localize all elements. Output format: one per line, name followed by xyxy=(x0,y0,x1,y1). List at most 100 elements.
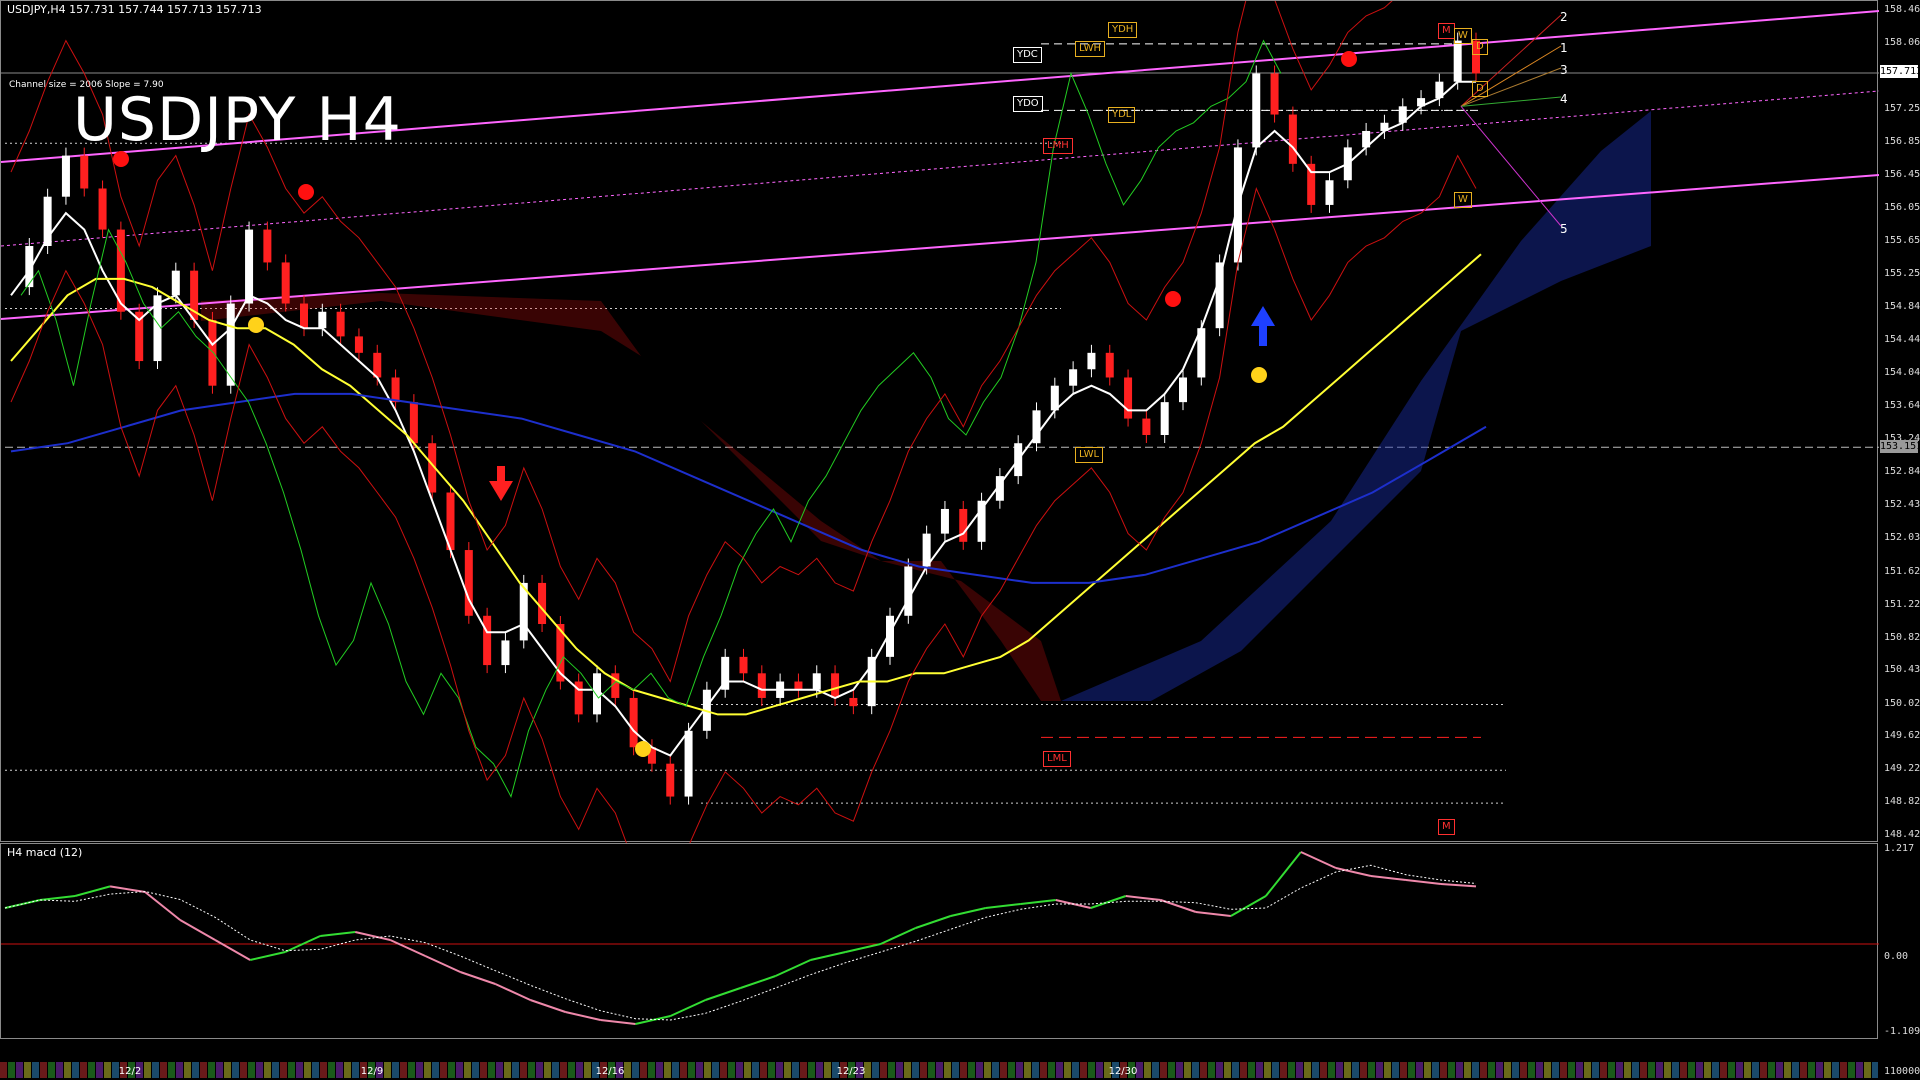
time-block xyxy=(1624,1062,1631,1078)
time-block xyxy=(576,1062,583,1078)
time-block xyxy=(24,1062,31,1078)
candle-body xyxy=(739,656,748,674)
time-block xyxy=(760,1062,767,1078)
time-block xyxy=(784,1062,791,1078)
time-block xyxy=(1344,1062,1351,1078)
m-bottom-tag: M xyxy=(1438,819,1455,835)
time-block xyxy=(1616,1062,1623,1078)
time-block xyxy=(200,1062,207,1078)
time-block xyxy=(1760,1062,1767,1078)
y-tick-label: 157.250 xyxy=(1884,103,1920,115)
time-block xyxy=(648,1062,655,1078)
buy-signal-icon xyxy=(248,317,264,333)
time-block xyxy=(1360,1062,1367,1078)
time-block xyxy=(56,1062,63,1078)
time-block xyxy=(1784,1062,1791,1078)
macd-segment xyxy=(810,951,846,961)
macd-segment xyxy=(530,999,566,1013)
y-tick-label: 154.040 xyxy=(1884,367,1920,379)
macd-segment xyxy=(355,931,391,941)
x-tick-label: 12/2 xyxy=(119,1066,141,1077)
time-block xyxy=(1352,1062,1359,1078)
y-tick-label: 156.850 xyxy=(1884,136,1920,148)
time-block xyxy=(992,1062,999,1078)
time-block xyxy=(472,1062,479,1078)
candle-body xyxy=(1307,163,1316,205)
candle-body xyxy=(171,270,180,296)
time-block xyxy=(1424,1062,1431,1078)
fibo-label-3: 3 xyxy=(1560,63,1568,77)
time-block xyxy=(288,1062,295,1078)
time-block xyxy=(248,1062,255,1078)
candle-body xyxy=(80,155,89,189)
time-block xyxy=(528,1062,535,1078)
y-tick-label: 151.220 xyxy=(1884,598,1920,610)
time-block xyxy=(488,1062,495,1078)
time-block xyxy=(232,1062,239,1078)
macd-segment xyxy=(1265,851,1302,897)
time-block xyxy=(1320,1062,1327,1078)
time-block xyxy=(1184,1062,1191,1078)
lwl-tag: LWL xyxy=(1075,447,1104,463)
time-block xyxy=(496,1062,503,1078)
time-block xyxy=(1872,1062,1878,1078)
lml-tag: LML xyxy=(1043,751,1071,767)
y-tick-label: 155.250 xyxy=(1884,267,1920,279)
y-tick-label: 152.430 xyxy=(1884,499,1920,511)
y-tick-label: 148.420 xyxy=(1884,829,1920,840)
candle-body xyxy=(1087,352,1096,370)
candle-body xyxy=(1069,369,1078,386)
time-block xyxy=(1608,1062,1615,1078)
time-block xyxy=(464,1062,471,1078)
sell-arrow-icon xyxy=(489,466,513,501)
m-top-tag: M xyxy=(1438,23,1455,39)
fibo-label-1: 1 xyxy=(1560,41,1568,55)
candle-body xyxy=(245,229,254,304)
x-tick-label: 12/9 xyxy=(361,1066,383,1077)
time-block xyxy=(1728,1062,1735,1078)
time-block xyxy=(72,1062,79,1078)
time-block xyxy=(1440,1062,1447,1078)
time-block xyxy=(440,1062,447,1078)
time-block xyxy=(448,1062,455,1078)
candle-body xyxy=(391,377,400,403)
fibo-label-2: 2 xyxy=(1560,10,1568,24)
time-block xyxy=(1072,1062,1079,1078)
time-block xyxy=(696,1062,703,1078)
w-mid-tag: W xyxy=(1454,192,1472,208)
volume-label: 110000 xyxy=(1884,1066,1920,1077)
fan-line xyxy=(1460,96,1562,107)
time-block xyxy=(1568,1062,1575,1078)
time-block xyxy=(312,1062,319,1078)
time-block xyxy=(1248,1062,1255,1078)
time-block xyxy=(968,1062,975,1078)
price-chart-pane[interactable]: USDJPY,H4 157.731 157.744 157.713 157.71… xyxy=(0,0,1879,843)
macd-segment xyxy=(1300,851,1337,869)
time-block xyxy=(808,1062,815,1078)
macd-pane[interactable]: H4 macd (12) xyxy=(0,843,1879,1039)
candle-body xyxy=(831,673,840,698)
time-block xyxy=(1848,1062,1855,1078)
y-tick-label: 158.460 xyxy=(1884,4,1920,15)
time-block xyxy=(904,1062,911,1078)
time-block xyxy=(1816,1062,1823,1078)
macd-segment xyxy=(985,903,1021,909)
time-block xyxy=(1296,1062,1303,1078)
time-block xyxy=(352,1062,359,1078)
time-block xyxy=(1328,1062,1335,1078)
time-block xyxy=(1280,1062,1287,1078)
time-block xyxy=(568,1062,575,1078)
time-block xyxy=(96,1062,103,1078)
y-tick-label: 150.430 xyxy=(1884,663,1920,675)
time-block xyxy=(1640,1062,1647,1078)
time-block xyxy=(1744,1062,1751,1078)
time-block xyxy=(216,1062,223,1078)
time-block xyxy=(520,1062,527,1078)
time-block xyxy=(1856,1062,1863,1078)
time-block xyxy=(1864,1062,1871,1078)
candle-body xyxy=(98,188,107,230)
candle-body xyxy=(666,763,675,797)
time-block xyxy=(1544,1062,1551,1078)
candle-body xyxy=(1124,377,1133,419)
macd-segment xyxy=(1160,899,1197,913)
